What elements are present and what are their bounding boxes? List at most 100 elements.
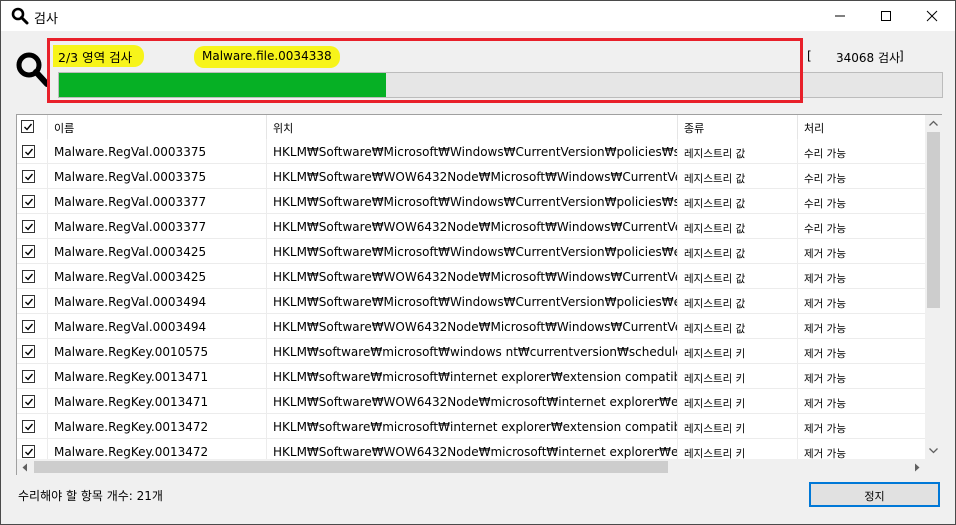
table-row[interactable]: Malware.RegVal.0003377 HKLM₩Software₩Mic… [17, 189, 925, 214]
scanned-count: 34068 검사 [836, 51, 901, 65]
row-type: 레지스트리 키 [678, 439, 798, 459]
column-header-location[interactable]: 위치 [267, 115, 678, 139]
scroll-up-icon[interactable] [925, 115, 942, 132]
table-row[interactable]: Malware.RegVal.0003377 HKLM₩Software₩WOW… [17, 214, 925, 239]
row-type: 레지스트리 값 [678, 289, 798, 314]
row-location: HKLM₩Software₩WOW6432Node₩microsoft₩inte… [267, 389, 678, 414]
row-action: 수리 가능 [804, 223, 846, 235]
horizontal-scroll-thumb[interactable] [34, 461, 668, 473]
row-checkbox[interactable] [22, 170, 35, 183]
maximize-icon [881, 11, 891, 21]
checkmark-icon [25, 273, 34, 281]
highlight-box [47, 38, 803, 103]
row-name: Malware.RegVal.0003494 [48, 314, 267, 339]
checkmark-icon [24, 123, 33, 131]
vertical-scroll-thumb[interactable] [927, 132, 940, 308]
row-type: 레지스트리 키 [678, 389, 798, 414]
row-location: HKLM₩Software₩WOW6432Node₩microsoft₩inte… [267, 439, 678, 459]
results-table: 이름 위치 종류 처리 Malware.RegVal.0003375 HKLM₩… [16, 114, 942, 475]
row-type: 레지스트리 값 [678, 239, 798, 264]
table-row[interactable]: Malware.RegVal.0003375 HKLM₩Software₩Mic… [17, 139, 925, 164]
row-checkbox[interactable] [22, 420, 35, 433]
row-check-cell [17, 264, 48, 289]
row-action: 제거 가능 [804, 398, 846, 410]
row-location: HKLM₩Software₩WOW6432Node₩Microsoft₩Wind… [267, 214, 678, 239]
checkmark-icon [25, 198, 34, 206]
table-row[interactable]: Malware.RegKey.0013472 HKLM₩software₩mic… [17, 414, 925, 439]
row-type: 레지스트리 값 [678, 164, 798, 189]
column-header-action[interactable]: 처리 [798, 115, 925, 139]
row-name: Malware.RegVal.0003494 [48, 289, 267, 314]
row-type: 레지스트리 값 [678, 189, 798, 214]
row-location: HKLM₩software₩microsoft₩internet explore… [267, 414, 678, 439]
row-action: 수리 가능 [804, 198, 846, 210]
close-icon [926, 10, 938, 22]
row-checkbox[interactable] [22, 445, 35, 458]
minimize-button[interactable] [817, 1, 863, 31]
vertical-scrollbar[interactable] [925, 115, 942, 459]
checkmark-icon [25, 398, 34, 406]
scroll-right-icon[interactable] [908, 459, 925, 476]
row-location: HKLM₩Software₩Microsoft₩Windows₩CurrentV… [267, 189, 678, 214]
table-row[interactable]: Malware.RegKey.0013471 HKLM₩Software₩WOW… [17, 389, 925, 414]
row-name: Malware.RegKey.0013471 [48, 364, 267, 389]
row-checkbox[interactable] [22, 295, 35, 308]
column-header-name[interactable]: 이름 [48, 115, 267, 139]
row-name: Malware.RegKey.0013472 [48, 439, 267, 459]
row-action: 제거 가능 [804, 273, 846, 285]
row-name: Malware.RegKey.0013471 [48, 389, 267, 414]
scroll-left-icon[interactable] [17, 459, 34, 476]
stop-button[interactable]: 정지 [809, 482, 940, 507]
row-checkbox[interactable] [22, 220, 35, 233]
row-location: HKLM₩Software₩WOW6432Node₩Microsoft₩Wind… [267, 164, 678, 189]
row-action: 수리 가능 [804, 173, 846, 185]
scrollbar-corner [925, 459, 942, 475]
horizontal-scrollbar[interactable] [17, 459, 925, 475]
row-name: Malware.RegVal.0003377 [48, 189, 267, 214]
maximize-button[interactable] [863, 1, 909, 31]
row-type: 레지스트리 키 [678, 414, 798, 439]
row-checkbox[interactable] [22, 395, 35, 408]
row-checkbox[interactable] [22, 270, 35, 283]
table-row[interactable]: Malware.RegVal.0003375 HKLM₩Software₩WOW… [17, 164, 925, 189]
row-name: Malware.RegVal.0003375 [48, 139, 267, 164]
current-file-text: Malware.file.0034338 [194, 46, 340, 68]
table-row[interactable]: Malware.RegVal.0003425 HKLM₩Software₩Mic… [17, 239, 925, 264]
checkmark-icon [25, 373, 34, 381]
row-checkbox[interactable] [22, 195, 35, 208]
row-name: Malware.RegKey.0010575 [48, 339, 267, 364]
table-row[interactable]: Malware.RegKey.0013471 HKLM₩software₩mic… [17, 364, 925, 389]
row-type: 레지스트리 값 [678, 314, 798, 339]
row-check-cell [17, 289, 48, 314]
close-button[interactable] [909, 1, 955, 31]
row-location: HKLM₩Software₩Microsoft₩Windows₩CurrentV… [267, 139, 678, 164]
table-row[interactable]: Malware.RegKey.0013472 HKLM₩Software₩WOW… [17, 439, 925, 459]
select-all-checkbox[interactable] [21, 120, 34, 133]
magnifier-icon [16, 52, 50, 87]
row-action: 제거 가능 [804, 448, 846, 459]
row-check-cell [17, 439, 48, 459]
row-checkbox[interactable] [22, 145, 35, 158]
row-action: 수리 가능 [804, 148, 846, 160]
minimize-icon [835, 15, 845, 17]
table-row[interactable]: Malware.RegVal.0003494 HKLM₩Software₩Mic… [17, 289, 925, 314]
table-row[interactable]: Malware.RegVal.0003425 HKLM₩Software₩WOW… [17, 264, 925, 289]
row-check-cell [17, 189, 48, 214]
checkmark-icon [25, 298, 34, 306]
title-bar: 검사 [1, 1, 955, 31]
row-check-cell [17, 414, 48, 439]
column-header-type[interactable]: 종류 [678, 115, 798, 139]
row-type: 레지스트리 값 [678, 264, 798, 289]
scroll-down-icon[interactable] [925, 442, 942, 459]
table-row[interactable]: Malware.RegVal.0003494 HKLM₩Software₩WOW… [17, 314, 925, 339]
row-location: HKLM₩Software₩Microsoft₩Windows₩CurrentV… [267, 239, 678, 264]
row-checkbox[interactable] [22, 370, 35, 383]
row-checkbox[interactable] [22, 320, 35, 333]
row-check-cell [17, 314, 48, 339]
checkmark-icon [25, 248, 34, 256]
row-checkbox[interactable] [22, 345, 35, 358]
search-icon [11, 7, 29, 25]
table-body: Malware.RegVal.0003375 HKLM₩Software₩Mic… [17, 139, 925, 459]
table-row[interactable]: Malware.RegKey.0010575 HKLM₩software₩mic… [17, 339, 925, 364]
row-checkbox[interactable] [22, 245, 35, 258]
